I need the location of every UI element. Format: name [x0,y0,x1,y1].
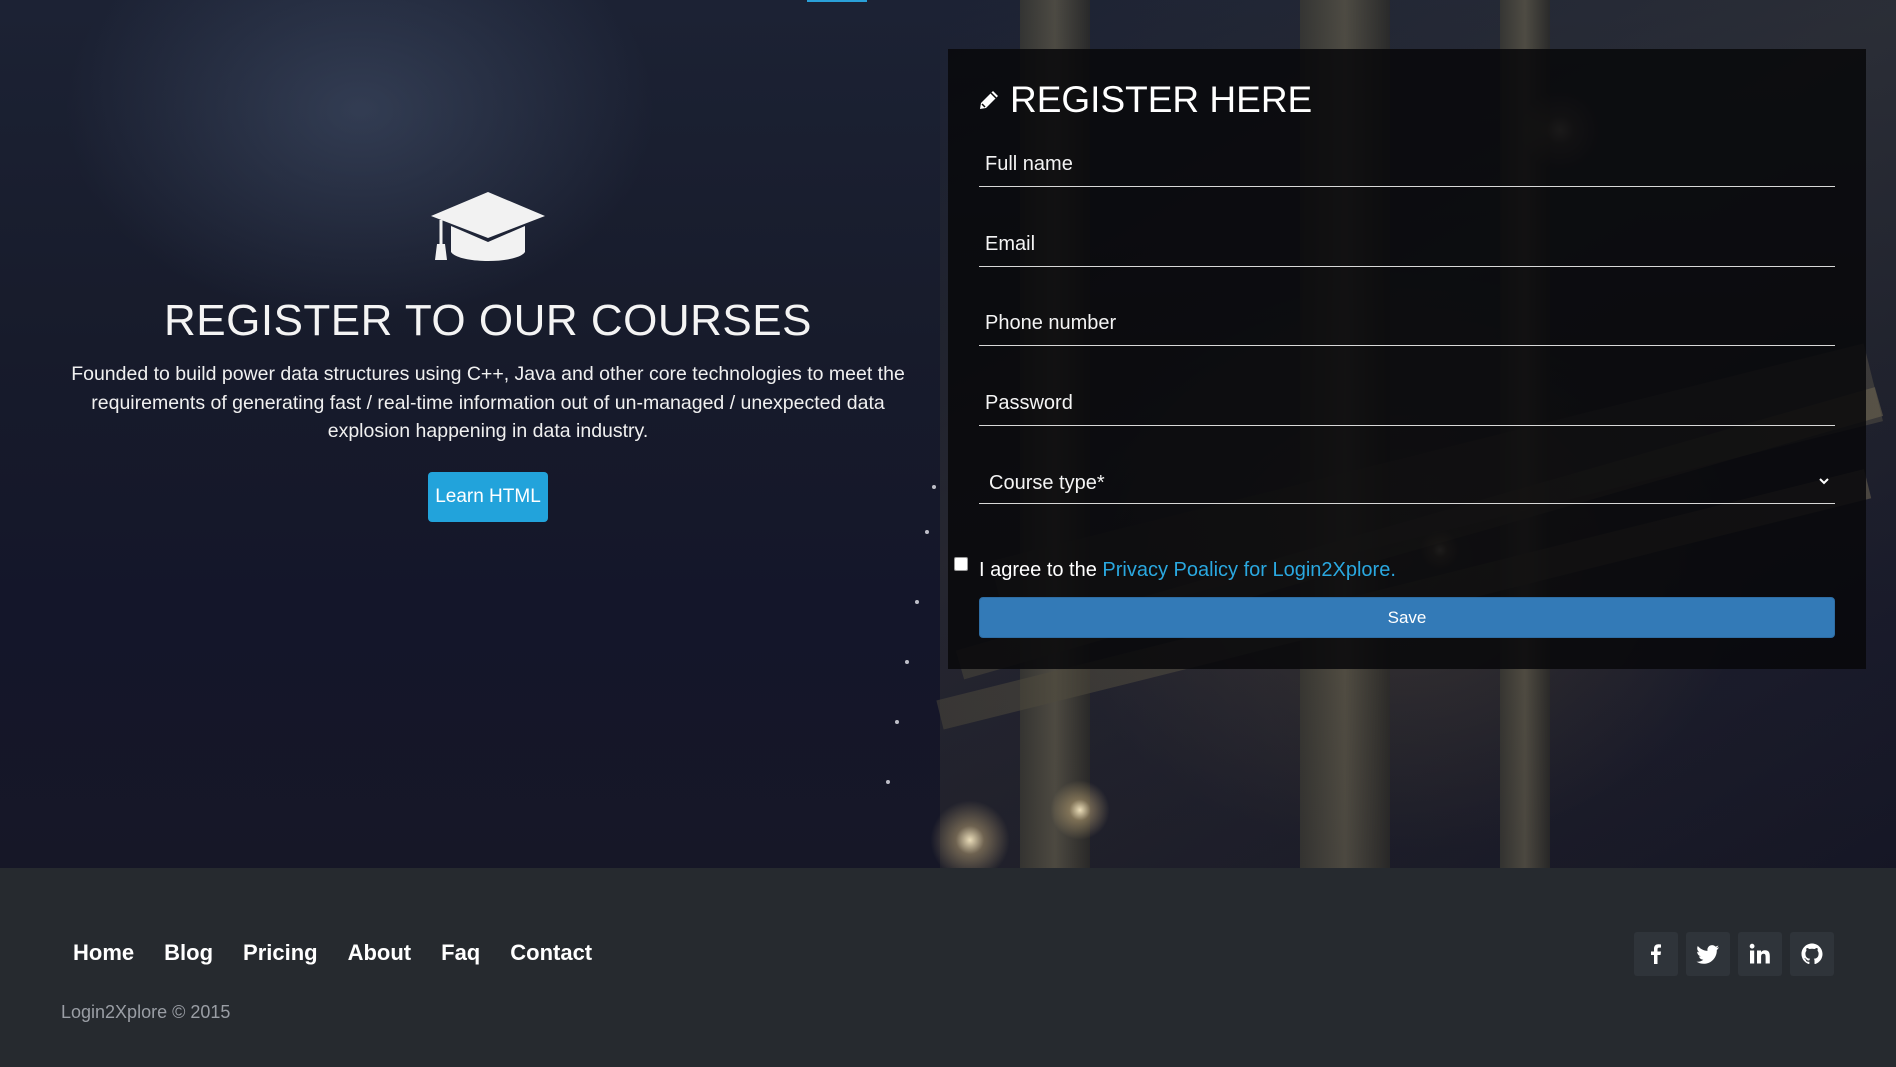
bridge-light [1050,780,1110,840]
cable-light [932,485,936,489]
footer: Home Blog Pricing About Faq Contact Logi… [0,868,1896,1067]
facebook-link[interactable] [1634,932,1678,976]
hero-background: REGISTER TO OUR COURSES Founded to build… [0,0,1896,868]
cable-light [915,600,919,604]
password-input[interactable] [985,392,1825,415]
facebook-icon [1651,944,1661,964]
social-links [1626,932,1834,976]
email-field [979,229,1835,267]
privacy-policy-link[interactable]: Privacy Poalicy for Login2Xplore. [1102,559,1395,581]
course-type-select[interactable]: Course type* [979,462,1835,504]
github-icon [1801,943,1823,965]
footer-link-faq[interactable]: Faq [441,940,480,966]
register-panel: REGISTER HERE Course type* I agree to th… [948,49,1866,669]
footer-link-blog[interactable]: Blog [164,940,213,966]
privacy-checkbox[interactable] [954,557,968,571]
full-name-input[interactable] [985,153,1825,176]
github-link[interactable] [1790,932,1834,976]
register-title-text: REGISTER HERE [1010,79,1313,120]
courses-intro: REGISTER TO OUR COURSES Founded to build… [50,190,926,522]
full-name-field [979,149,1835,187]
privacy-agree-prefix: I agree to the [979,559,1103,581]
password-field [979,388,1835,426]
footer-nav: Home Blog Pricing About Faq Contact [73,940,622,966]
cable-light [925,530,929,534]
cable-light [905,660,909,664]
pencil-icon [980,91,998,109]
twitter-icon [1696,945,1719,964]
footer-link-pricing[interactable]: Pricing [243,940,318,966]
cable-light [886,780,890,784]
course-type-value: Course type* [989,472,1105,494]
graduation-cap-icon [431,192,545,261]
footer-link-about[interactable]: About [348,940,412,966]
register-title: REGISTER HERE [978,79,1312,121]
privacy-agree-label: I agree to the Privacy Poalicy for Login… [979,559,1396,582]
phone-field [979,308,1835,346]
save-button[interactable]: Save [979,597,1835,638]
twitter-link[interactable] [1686,932,1730,976]
linkedin-link[interactable] [1738,932,1782,976]
privacy-agree-row: I agree to the Privacy Poalicy for Login… [954,555,1396,582]
learn-html-button[interactable]: Learn HTML [428,471,548,522]
phone-input[interactable] [985,312,1825,335]
cable-light [895,720,899,724]
courses-description: Founded to build power data structures u… [71,363,905,442]
footer-link-home[interactable]: Home [73,940,134,966]
linkedin-icon [1749,943,1770,964]
nav-indicator [807,0,867,2]
email-input[interactable] [985,233,1825,256]
copyright: Login2Xplore © 2015 [61,1002,231,1022]
courses-title: REGISTER TO OUR COURSES [164,296,812,345]
footer-link-contact[interactable]: Contact [510,940,592,966]
chevron-down-icon [1819,478,1829,485]
